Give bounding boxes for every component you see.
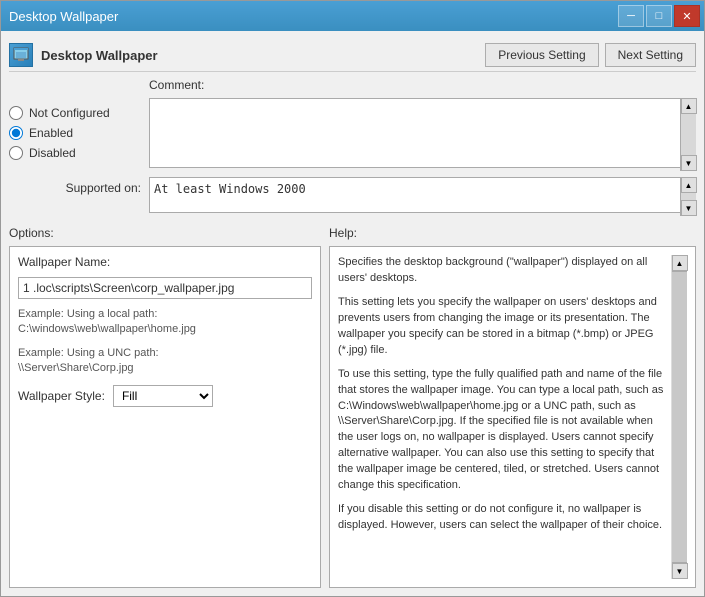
comment-textarea[interactable] <box>149 98 696 168</box>
comment-label: Comment: <box>149 78 696 92</box>
supported-row: Supported on: ▲ ▼ <box>9 177 696 216</box>
help-para-4: If you disable this setting or do not co… <box>338 502 667 534</box>
not-configured-option[interactable]: Not Configured <box>9 106 149 120</box>
enabled-option[interactable]: Enabled <box>9 126 149 140</box>
scroll-down-arrow[interactable]: ▼ <box>681 155 697 171</box>
wallpaper-style-select[interactable]: Fill Fit Stretch Tile Center Span <box>113 385 213 407</box>
section-labels: Options: Help: <box>9 226 696 240</box>
supported-scroll-track <box>681 193 696 200</box>
help-text-area: Specifies the desktop background ("wallp… <box>338 255 671 579</box>
help-scroll-up[interactable]: ▲ <box>672 255 688 271</box>
comment-section: Comment: ▲ ▼ <box>149 78 696 171</box>
help-para-1: Specifies the desktop background ("wallp… <box>338 255 667 287</box>
help-para-2: This setting lets you specify the wallpa… <box>338 295 667 359</box>
panels-row: Wallpaper Name: Example: Using a local p… <box>9 246 696 588</box>
options-panel: Wallpaper Name: Example: Using a local p… <box>9 246 321 588</box>
wallpaper-style-row: Wallpaper Style: Fill Fit Stretch Tile C… <box>18 385 312 407</box>
wallpaper-name-label: Wallpaper Name: <box>18 255 312 269</box>
maximize-button[interactable]: □ <box>646 5 672 27</box>
window-title: Desktop Wallpaper <box>9 9 118 24</box>
example1: Example: Using a local path: C:\windows\… <box>18 307 312 338</box>
header-left: Desktop Wallpaper <box>9 43 158 67</box>
supported-textarea-wrapper: ▲ ▼ <box>149 177 696 216</box>
supported-scroll-down[interactable]: ▼ <box>681 200 697 216</box>
window-icon <box>9 43 33 67</box>
header-title: Desktop Wallpaper <box>41 48 158 63</box>
next-setting-button[interactable]: Next Setting <box>605 43 696 67</box>
options-section-label: Options: <box>9 226 329 240</box>
help-scrollbar: ▲ ▼ <box>671 255 687 579</box>
header-row: Desktop Wallpaper Previous Setting Next … <box>9 39 696 72</box>
not-configured-label: Not Configured <box>29 106 110 120</box>
not-configured-radio[interactable] <box>9 106 23 120</box>
comment-textarea-wrapper: ▲ ▼ <box>149 98 696 171</box>
scroll-track <box>681 114 696 155</box>
supported-scrollbar: ▲ ▼ <box>680 177 696 216</box>
example2-value: \\Server\Share\Corp.jpg <box>18 362 134 374</box>
example1-label: Example: Using a local path: <box>18 308 157 320</box>
disabled-option[interactable]: Disabled <box>9 146 149 160</box>
title-bar-controls: ─ □ ✕ <box>618 5 700 27</box>
scroll-up-arrow[interactable]: ▲ <box>681 98 697 114</box>
help-section-label: Help: <box>329 226 696 240</box>
enabled-label: Enabled <box>29 126 73 140</box>
help-scroll-thumb <box>672 271 687 563</box>
supported-label-cell: Supported on: <box>9 177 149 216</box>
supported-scroll-up[interactable]: ▲ <box>681 177 697 193</box>
example2-label: Example: Using a UNC path: <box>18 347 159 359</box>
example2: Example: Using a UNC path: \\Server\Shar… <box>18 346 312 377</box>
supported-label: Supported on: <box>66 181 141 195</box>
radio-section: Not Configured Enabled Disabled <box>9 78 149 171</box>
help-panel: Specifies the desktop background ("wallp… <box>329 246 696 588</box>
close-button[interactable]: ✕ <box>674 5 700 27</box>
radio-comment-row: Not Configured Enabled Disabled Comment:… <box>9 78 696 171</box>
wallpaper-name-input[interactable] <box>18 277 312 299</box>
previous-setting-button[interactable]: Previous Setting <box>485 43 598 67</box>
enabled-radio[interactable] <box>9 126 23 140</box>
main-window: Desktop Wallpaper ─ □ ✕ Desktop Wallpape… <box>0 0 705 597</box>
minimize-button[interactable]: ─ <box>618 5 644 27</box>
help-scroll-down[interactable]: ▼ <box>672 563 688 579</box>
supported-textarea[interactable] <box>149 177 696 213</box>
disabled-radio[interactable] <box>9 146 23 160</box>
example1-value: C:\windows\web\wallpaper\home.jpg <box>18 323 196 335</box>
wallpaper-style-label: Wallpaper Style: <box>18 389 105 403</box>
disabled-label: Disabled <box>29 146 76 160</box>
comment-scrollbar: ▲ ▼ <box>680 98 696 171</box>
supported-field: ▲ ▼ <box>149 177 696 216</box>
title-bar: Desktop Wallpaper ─ □ ✕ <box>1 1 704 31</box>
help-para-3: To use this setting, type the fully qual… <box>338 367 667 495</box>
header-buttons: Previous Setting Next Setting <box>485 43 696 67</box>
window-content: Desktop Wallpaper Previous Setting Next … <box>1 31 704 596</box>
